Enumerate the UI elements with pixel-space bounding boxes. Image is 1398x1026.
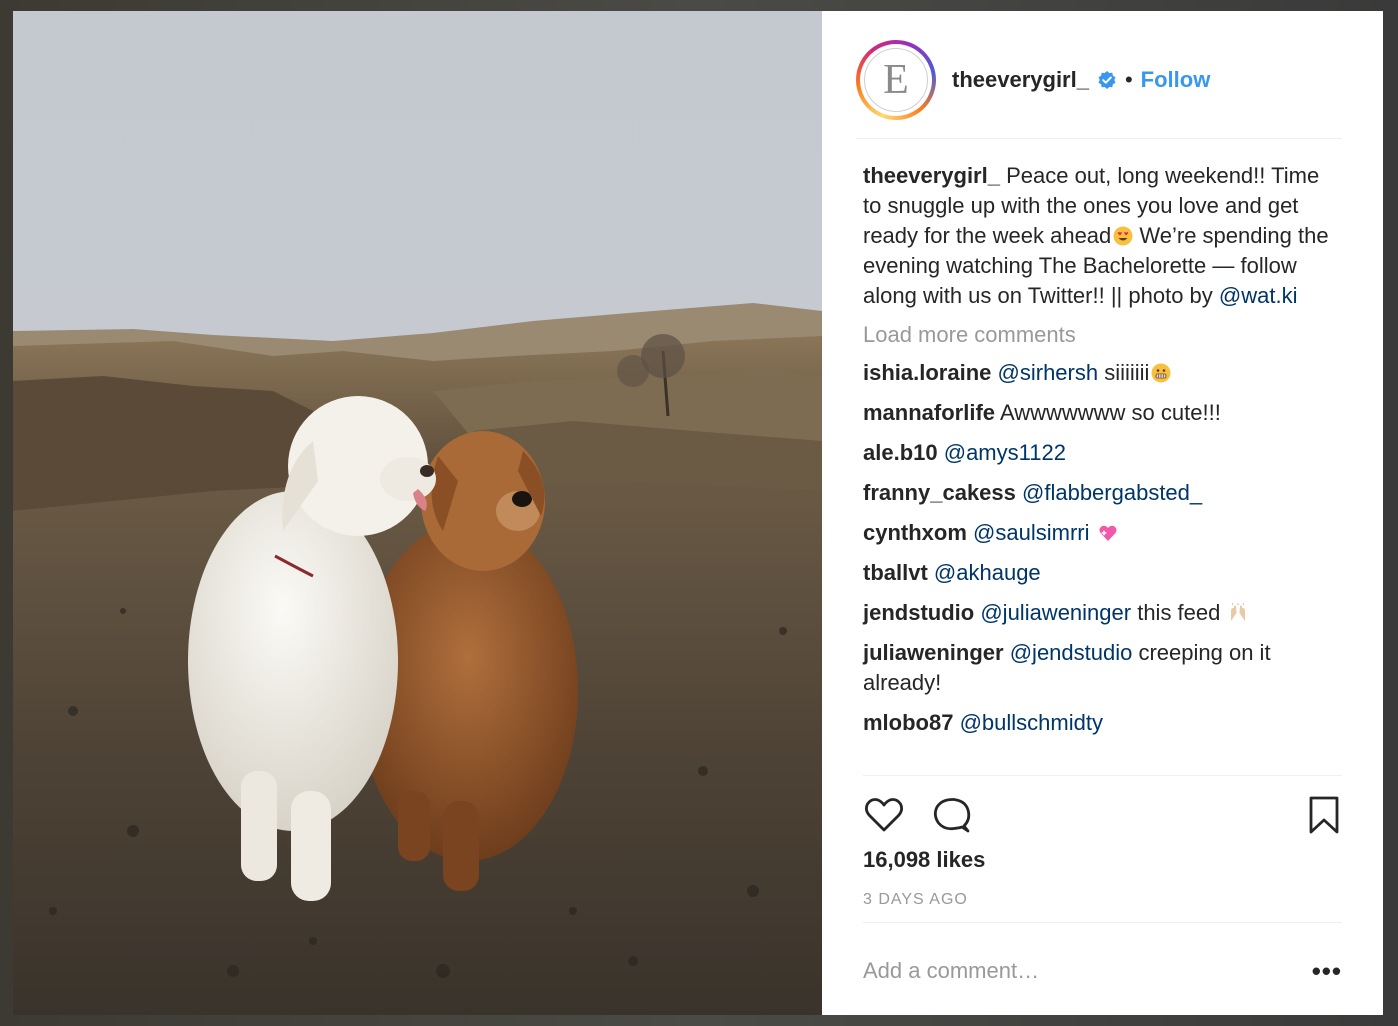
post-timestamp[interactable]: 3 DAYS AGO: [863, 891, 968, 909]
comment-item: juliaweninger @jendstudio creeping on it…: [863, 638, 1342, 698]
raised-hands-emoji-icon: [1231, 603, 1246, 621]
load-more-comments-button[interactable]: Load more comments: [863, 320, 1342, 350]
divider: [863, 775, 1342, 776]
comment-mention-link[interactable]: @flabbergabsted_: [1022, 480, 1202, 505]
story-ring[interactable]: E: [856, 39, 936, 120]
comment-mention-link[interactable]: @amys1122: [944, 440, 1066, 465]
comment-item: cynthxom @saulsimrri: [863, 518, 1342, 548]
header-username[interactable]: theeverygirl_: [952, 67, 1089, 93]
heart-eyes-emoji-icon: [1113, 226, 1133, 246]
header-separator: •: [1124, 66, 1133, 92]
caption-username[interactable]: theeverygirl_: [863, 163, 1000, 188]
comment-username[interactable]: tballvt: [863, 560, 928, 585]
comment-username[interactable]: ale.b10: [863, 440, 938, 465]
comment-mention-link[interactable]: @jendstudio: [1010, 640, 1133, 665]
follow-button[interactable]: Follow: [1141, 67, 1211, 93]
post-modal: E theeverygirl_ • Follow theeverygirl_ P…: [13, 11, 1383, 1015]
comment-mention-link[interactable]: @saulsimrri: [973, 520, 1089, 545]
add-comment-input[interactable]: [863, 958, 1312, 984]
comment-item: franny_cakess @flabbergabsted_: [863, 478, 1342, 508]
comment-text: this feed: [1131, 600, 1227, 625]
comment-mention-link[interactable]: @juliaweninger: [980, 600, 1131, 625]
post-side-panel: E theeverygirl_ • Follow theeverygirl_ P…: [822, 11, 1383, 1015]
avatar[interactable]: E: [864, 47, 928, 112]
comment-text: [1090, 520, 1096, 545]
comment-username[interactable]: ishia.loraine: [863, 360, 991, 385]
comment-item: ishia.loraine @sirhersh siiiiiii: [863, 358, 1342, 388]
comment-item: mlobo87 @bullschmidty: [863, 708, 1342, 738]
post-actions-bar: [863, 793, 1342, 837]
comment-username[interactable]: mlobo87: [863, 710, 953, 735]
dogs-photo-image: [13, 11, 822, 1015]
comment-username[interactable]: juliaweninger: [863, 640, 1004, 665]
bookmark-icon[interactable]: [1306, 794, 1342, 836]
grimacing-emoji-icon: [1151, 363, 1171, 383]
comment-text: Awwwwwww so cute!!!: [999, 400, 1221, 425]
comment-username[interactable]: franny_cakess: [863, 480, 1016, 505]
post-header: E theeverygirl_ • Follow: [856, 33, 1342, 139]
verified-badge-icon: [1098, 70, 1116, 89]
comment-username[interactable]: mannaforlife: [863, 400, 995, 425]
comment-username[interactable]: jendstudio: [863, 600, 974, 625]
likes-count[interactable]: 16,098 likes: [863, 847, 985, 873]
post-caption: theeverygirl_ Peace out, long weekend!! …: [863, 161, 1342, 311]
comment-mention-link[interactable]: @bullschmidty: [960, 710, 1103, 735]
comment-mention-link[interactable]: @sirhersh: [998, 360, 1099, 385]
add-comment-bar: •••: [863, 951, 1342, 991]
divider: [863, 922, 1342, 923]
post-photo[interactable]: [13, 11, 822, 1015]
caption-mention-link[interactable]: @wat.ki: [1219, 283, 1298, 308]
more-options-button[interactable]: •••: [1312, 958, 1342, 984]
comment-icon[interactable]: [931, 794, 973, 836]
comment-item: mannaforlife Awwwwwww so cute!!!: [863, 398, 1342, 428]
heart-icon[interactable]: [863, 794, 905, 836]
comments-list: theeverygirl_ Peace out, long weekend!! …: [863, 161, 1342, 748]
comment-item: tballvt @akhauge: [863, 558, 1342, 588]
header-text: theeverygirl_ • Follow: [952, 67, 1210, 93]
comment-text: siiiiiii: [1098, 360, 1150, 385]
comment-mention-link[interactable]: @akhauge: [934, 560, 1041, 585]
comment-item: jendstudio @juliaweninger this feed: [863, 598, 1342, 628]
comment-username[interactable]: cynthxom: [863, 520, 967, 545]
sparkling-heart-emoji-icon: [1099, 525, 1117, 541]
comment-item: ale.b10 @amys1122: [863, 438, 1342, 468]
